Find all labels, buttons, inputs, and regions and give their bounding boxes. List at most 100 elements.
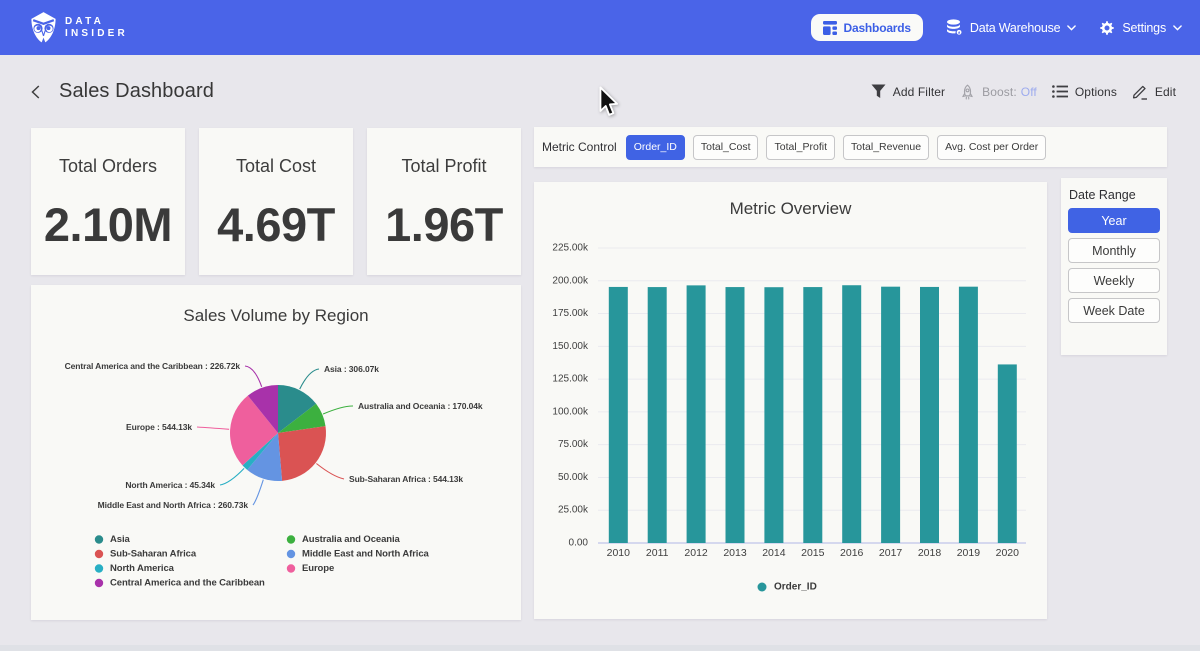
- edit-label: Edit: [1155, 85, 1176, 99]
- bar-legend-dot: [758, 583, 767, 592]
- bar-2020[interactable]: [998, 364, 1017, 543]
- title-bar: Sales Dashboard Add Filter Boost: Off: [0, 55, 1200, 115]
- bar-2011[interactable]: [648, 287, 667, 543]
- nav-menu: Dashboards Data Warehouse: [811, 14, 1182, 41]
- date-range-buttons: Year Monthly Weekly Week Date: [1068, 208, 1160, 323]
- pie-slice-label: Middle East and North Africa : 260.73k: [98, 500, 249, 510]
- x-tick-label: 2011: [646, 547, 669, 559]
- kpi-value: 2.10M: [44, 197, 172, 252]
- date-chip-year[interactable]: Year: [1068, 208, 1160, 233]
- bar-legend-label: Order_ID: [774, 582, 817, 593]
- y-tick-label: 125.00k: [552, 374, 589, 385]
- pie-leader-line: [197, 427, 229, 429]
- y-tick-label: 100.00k: [552, 406, 589, 417]
- date-range-panel: Date Range Year Monthly Weekly Week Date: [1061, 178, 1167, 355]
- nav-data-warehouse-label: Data Warehouse: [970, 21, 1061, 35]
- brand-line2: INSIDER: [65, 29, 128, 39]
- kpi-label: Total Orders: [59, 156, 157, 177]
- kpi-value: 4.69T: [217, 197, 335, 252]
- date-range-label: Date Range: [1069, 188, 1160, 202]
- bar-2018[interactable]: [920, 287, 939, 543]
- legend-dot: [95, 550, 103, 558]
- add-filter-label: Add Filter: [893, 85, 945, 99]
- dashboard-grid-icon: [823, 21, 837, 35]
- bar-2019[interactable]: [959, 287, 978, 543]
- pie-slice-label: Central America and the Caribbean : 226.…: [65, 361, 241, 371]
- pie-leader-line: [253, 480, 263, 505]
- boost-label: Boost:: [982, 85, 1017, 99]
- bar-2017[interactable]: [881, 287, 900, 543]
- x-tick-label: 2020: [996, 547, 1020, 559]
- chevron-left-icon: [31, 85, 40, 99]
- date-chip-week-date[interactable]: Week Date: [1068, 298, 1160, 323]
- bar-2013[interactable]: [726, 287, 745, 543]
- nav-dashboards-button[interactable]: Dashboards: [811, 14, 923, 41]
- y-tick-label: 150.00k: [552, 341, 589, 352]
- metric-chip-order-id[interactable]: Order_ID: [626, 135, 685, 160]
- pie-leader-line: [220, 468, 244, 485]
- x-tick-label: 2019: [957, 547, 981, 559]
- metric-chip-total-revenue[interactable]: Total_Revenue: [843, 135, 929, 160]
- list-icon: [1052, 85, 1068, 98]
- legend-dot: [95, 579, 103, 587]
- nav-data-warehouse[interactable]: Data Warehouse: [946, 19, 1077, 36]
- brand-line1: DATA: [65, 17, 128, 27]
- y-tick-label: 200.00k: [552, 275, 589, 286]
- add-filter-button[interactable]: Add Filter: [871, 84, 945, 99]
- kpi-card-total-orders: Total Orders 2.10M: [31, 128, 185, 275]
- bar-2016[interactable]: [842, 285, 861, 543]
- pie-slice-label: Asia : 306.07k: [324, 364, 379, 374]
- metric-control-buttons: Order_ID Total_Cost Total_Profit Total_Reve…: [626, 135, 1047, 160]
- edit-button[interactable]: Edit: [1132, 84, 1176, 100]
- bar-2014[interactable]: [764, 287, 783, 543]
- legend-dot: [287, 564, 295, 572]
- metric-chip-total-cost[interactable]: Total_Cost: [693, 135, 759, 160]
- legend-label: Australia and Oceania: [302, 534, 401, 545]
- pie-slice-label: Australia and Oceania : 170.04k: [358, 401, 483, 411]
- y-tick-label: 50.00k: [558, 472, 589, 483]
- x-tick-label: 2015: [801, 547, 825, 559]
- pie-leader-line: [323, 406, 353, 414]
- y-tick-label: 75.00k: [558, 439, 589, 450]
- legend-dot: [287, 535, 295, 543]
- bar-2012[interactable]: [687, 285, 706, 543]
- pie-chart[interactable]: Asia : 306.07k Australia and Oceania : 17…: [31, 285, 521, 620]
- metric-chip-total-profit[interactable]: Total_Profit: [766, 135, 835, 160]
- pie-slice-sub-saharan-africa[interactable]: [278, 426, 326, 481]
- x-tick-label: 2018: [918, 547, 942, 559]
- date-chip-weekly[interactable]: Weekly: [1068, 268, 1160, 293]
- bar-chart[interactable]: 0.00 25.00k 50.00k 75.00k 100.00k 125.00k 150.…: [534, 182, 1047, 619]
- brand-logo: DATA INSIDER: [31, 11, 128, 45]
- chevron-down-icon: [1067, 25, 1076, 31]
- legend-label: Asia: [110, 534, 130, 545]
- metric-chip-avg-cost-per-order[interactable]: Avg. Cost per Order: [937, 135, 1046, 160]
- bar-chart-card: Metric Overview 0.0025.00k50.00k75.00k10…: [534, 182, 1047, 619]
- boost-value: Off: [1021, 85, 1037, 99]
- y-tick-label: 175.00k: [552, 308, 589, 319]
- x-tick-label: 2016: [840, 547, 864, 559]
- pie-chart-card: Sales Volume by Region Asia : 306.07kAus…: [31, 285, 521, 620]
- nav-settings[interactable]: Settings: [1099, 20, 1182, 36]
- pie-leader-line: [300, 369, 319, 389]
- filter-funnel-icon: [871, 84, 886, 99]
- metric-control-bar: Metric Control Order_IDTotal_CostTotal_P…: [534, 127, 1167, 167]
- gear-icon: [1099, 20, 1115, 36]
- x-tick-label: 2017: [879, 547, 903, 559]
- database-icon: [946, 19, 963, 36]
- app: DATA INSIDER Dashboards: [0, 0, 1200, 651]
- x-tick-label: 2010: [607, 547, 631, 559]
- pie-leader-line: [316, 464, 344, 480]
- back-button[interactable]: [31, 85, 45, 99]
- rocket-icon: [960, 84, 975, 100]
- x-tick-label: 2012: [684, 547, 708, 559]
- options-button[interactable]: Options: [1052, 85, 1117, 99]
- bar-2015[interactable]: [803, 287, 822, 543]
- bar-2010[interactable]: [609, 287, 628, 543]
- date-chip-monthly[interactable]: Monthly: [1068, 238, 1160, 263]
- boost-toggle[interactable]: Boost: Off: [960, 84, 1037, 100]
- y-tick-label: 25.00k: [558, 505, 589, 516]
- y-tick-label: 0.00: [569, 538, 589, 549]
- pie-leader-line: [245, 366, 262, 387]
- page-title: Sales Dashboard: [59, 80, 214, 103]
- chevron-down-icon: [1173, 25, 1182, 31]
